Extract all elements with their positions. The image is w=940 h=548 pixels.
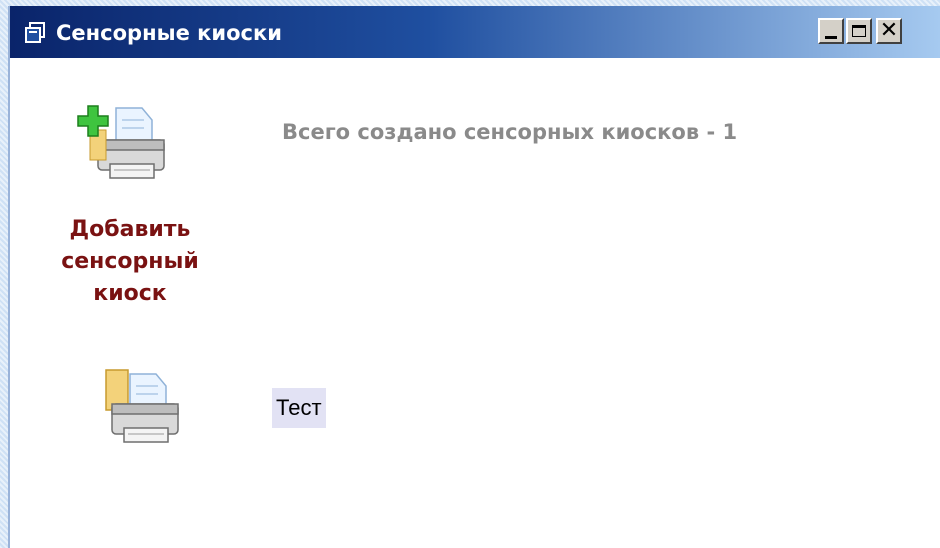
- printer-icon[interactable]: [100, 364, 190, 448]
- maximize-button[interactable]: [846, 18, 872, 44]
- maximize-icon: [852, 25, 866, 37]
- add-kiosk-label[interactable]: Добавить сенсорный киоск: [40, 214, 220, 310]
- title-bar[interactable]: Сенсорные киоски ✕: [10, 6, 940, 58]
- minimize-button[interactable]: [818, 18, 844, 44]
- close-icon: ✕: [879, 18, 899, 43]
- close-button[interactable]: ✕: [876, 18, 902, 44]
- kiosks-window: Сенсорные киоски ✕ Добавить сенсорный ки…: [8, 6, 940, 548]
- window-restore-icon: [25, 22, 45, 43]
- minimize-icon: [825, 35, 837, 39]
- window-title: Сенсорные киоски: [56, 21, 282, 45]
- kiosk-count-summary: Всего создано сенсорных киосков - 1: [282, 120, 738, 144]
- kiosk-item-label[interactable]: Тест: [272, 388, 326, 428]
- add-printer-icon[interactable]: [76, 100, 172, 184]
